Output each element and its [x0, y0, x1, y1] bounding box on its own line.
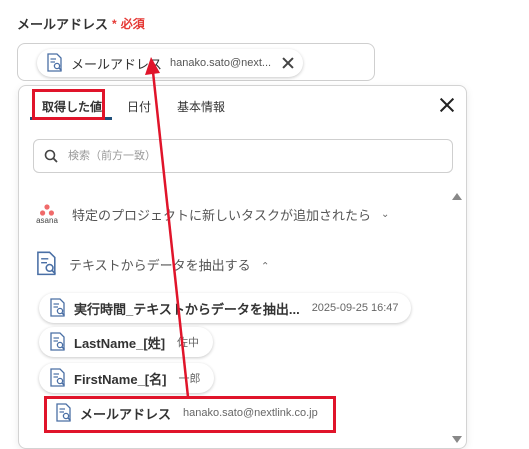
remove-chip-close-icon[interactable]: [281, 56, 295, 70]
field-label-text: メールアドレス: [17, 17, 109, 32]
tab-basic-info[interactable]: 基本情報: [177, 98, 225, 115]
scroll-down-icon[interactable]: [452, 436, 462, 443]
tab-date[interactable]: 日付: [127, 98, 151, 115]
required-mark: *: [112, 16, 117, 31]
value-chip-name: メールアドレス: [80, 406, 172, 422]
document-search-icon: [50, 298, 65, 317]
group-asana-trigger[interactable]: asana 特定のプロジェクトに新しいタスクが追加されたら ⌄: [32, 204, 389, 225]
field-label: メールアドレス * 必須: [17, 14, 145, 33]
asana-logo-text: asana: [36, 216, 58, 225]
document-search-icon: [37, 251, 57, 276]
value-chip-name: LastName_[姓]: [74, 335, 166, 351]
value-chip[interactable]: FirstName_[名] 一郎: [39, 363, 215, 393]
active-tab-indicator: [30, 117, 112, 120]
value-chip-value: 佐中: [177, 337, 200, 349]
group-text-extraction[interactable]: テキストからデータを抽出する ⌄: [35, 251, 269, 277]
document-search-icon: [50, 368, 65, 387]
value-chip-value: 一郎: [178, 373, 201, 385]
tab-acquired-values[interactable]: 取得した値: [42, 98, 102, 115]
document-search-icon: [56, 403, 71, 422]
document-search-icon: [50, 332, 65, 351]
value-chip-email[interactable]: メールアドレス hanako.sato@nextlink.co.jp: [47, 399, 332, 427]
value-chip-value: hanako.sato@nextlink.co.jp: [183, 407, 318, 419]
value-picker-panel: 取得した値 日付 基本情報 asana 特定のプロジェクトに新しいタスクが追加さ…: [18, 85, 467, 449]
value-chip-value: 2025-09-25 16:47: [311, 302, 399, 314]
value-chip-name: 実行時間_テキストからデータを抽出...: [74, 301, 300, 317]
group-title: テキストからデータを抽出する: [69, 257, 251, 273]
document-search-icon: [47, 53, 62, 72]
selected-chip-name: メールアドレス: [71, 56, 163, 72]
search-box[interactable]: [33, 139, 453, 173]
value-chip[interactable]: 実行時間_テキストからデータを抽出... 2025-09-25 16:47: [39, 293, 411, 323]
search-icon: [44, 149, 58, 163]
required-text: 必須: [120, 17, 145, 31]
value-chip[interactable]: LastName_[姓] 佐中: [39, 327, 214, 357]
selected-chip-value: hanako.sato@next...: [170, 57, 272, 69]
asana-dots-icon: [40, 204, 54, 216]
value-chip-name: FirstName_[名]: [74, 371, 167, 387]
scroll-up-icon[interactable]: [452, 193, 462, 200]
chevron-up-icon: ⌄: [260, 258, 270, 270]
chevron-down-icon: ⌄: [381, 209, 390, 220]
selected-value-chip[interactable]: メールアドレス hanako.sato@next...: [37, 49, 304, 77]
search-input[interactable]: [66, 149, 430, 163]
close-icon[interactable]: [439, 97, 455, 113]
asana-logo: asana: [32, 204, 62, 225]
group-title: 特定のプロジェクトに新しいタスクが追加されたら: [72, 208, 372, 223]
